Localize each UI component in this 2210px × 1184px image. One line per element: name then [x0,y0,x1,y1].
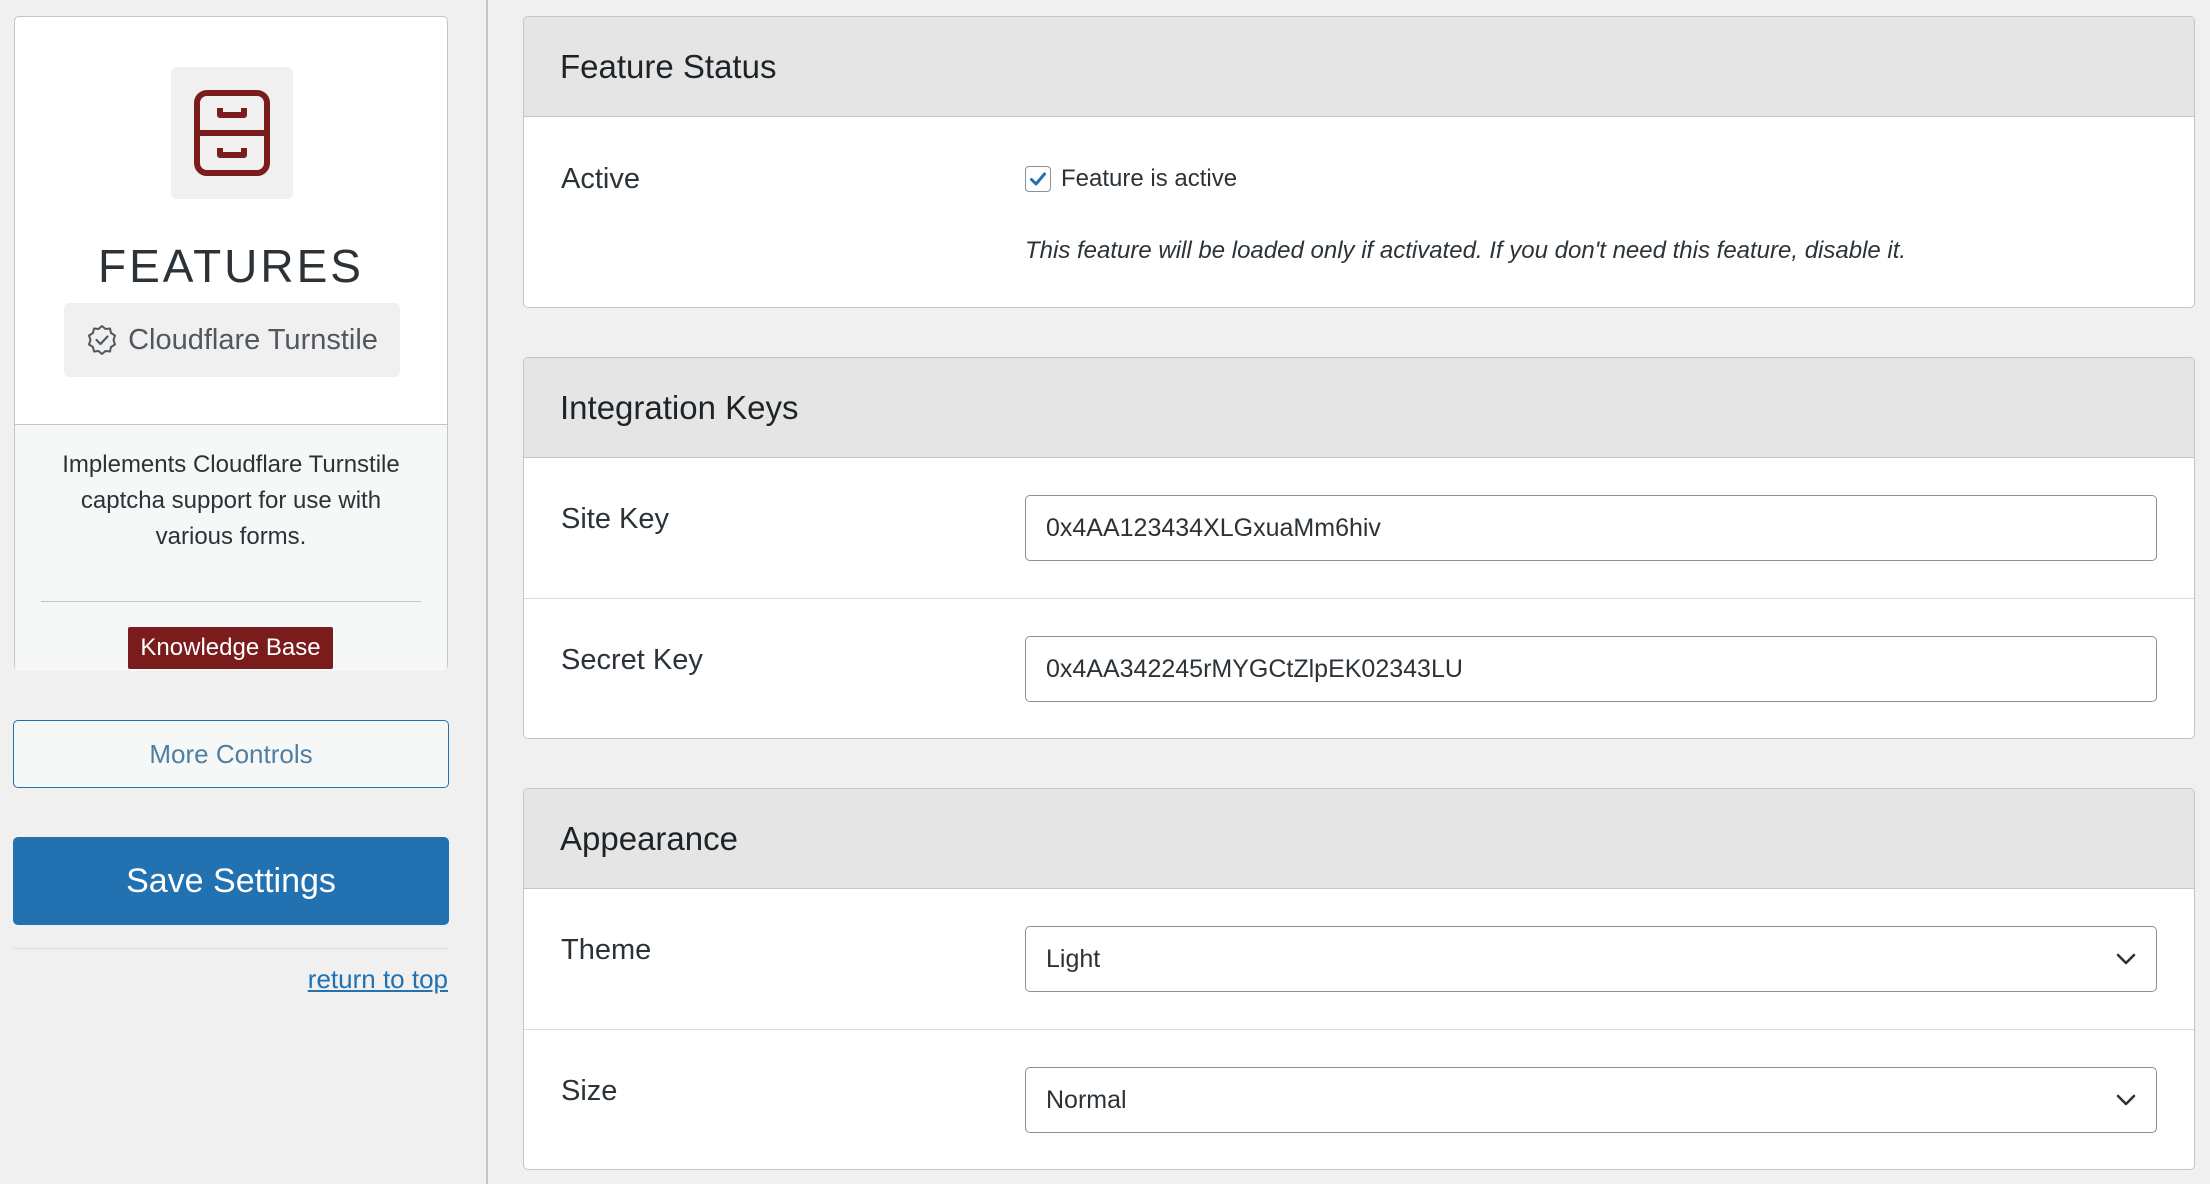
integration-keys-panel: Integration Keys Site Key 0x4AA123434XLG… [523,357,2195,739]
feature-active-label: Feature is active [1061,165,1238,192]
theme-row: Theme Light [524,889,2194,1030]
feature-active-checkbox[interactable] [1025,166,1051,192]
feature-name: Cloudflare Turnstile [128,323,378,356]
return-to-top-link[interactable]: return to top [308,964,448,995]
secret-key-label: Secret Key [561,644,703,676]
active-row: Active Feature is active This feature wi… [524,117,2194,307]
check-badge-icon [88,325,117,355]
feature-card: FEATURES Cloudflare Turnstile Implements… [14,16,448,671]
appearance-title: Appearance [524,789,2194,889]
active-label: Active [561,163,640,195]
size-row: Size Normal [524,1030,2194,1169]
size-label: Size [561,1075,618,1107]
appearance-panel: Appearance Theme Light Size Normal [523,788,2195,1170]
secret-key-row: Secret Key 0x4AA342245rMYGCtZlpEK02343LU [524,599,2194,738]
card-divider [41,601,421,602]
secret-key-input[interactable]: 0x4AA342245rMYGCtZlpEK02343LU [1025,636,2157,702]
feature-description: Implements Cloudflare Turnstile captcha … [62,451,400,550]
integration-keys-title: Integration Keys [524,358,2194,458]
knowledge-base-button[interactable]: Knowledge Base [128,627,333,669]
card-title: FEATURES [98,240,364,292]
save-settings-button[interactable]: Save Settings [13,837,449,925]
feature-active-checkbox-wrap[interactable]: Feature is active [1025,165,1237,193]
more-controls-button[interactable]: More Controls [13,720,449,788]
theme-label: Theme [561,934,652,966]
feature-card-body: Implements Cloudflare Turnstile captcha … [15,425,447,671]
size-select[interactable]: Normal [1025,1067,2157,1133]
site-key-label: Site Key [561,503,669,535]
checkmark-icon [1030,172,1046,186]
feature-name-chip: Cloudflare Turnstile [64,303,400,377]
file-cabinet-icon [194,90,270,176]
site-key-input[interactable]: 0x4AA123434XLGxuaMm6hiv [1025,495,2157,561]
chevron-down-icon [2116,953,2136,965]
feature-card-header: FEATURES Cloudflare Turnstile [15,17,447,425]
theme-select[interactable]: Light [1025,926,2157,992]
feature-icon-box [171,67,293,199]
sidebar: FEATURES Cloudflare Turnstile Implements… [0,0,488,1184]
feature-status-panel: Feature Status Active Feature is active … [523,16,2195,308]
size-select-value: Normal [1046,1085,1127,1114]
site-key-row: Site Key 0x4AA123434XLGxuaMm6hiv [524,458,2194,599]
sidebar-divider [13,948,449,949]
feature-help-text: This feature will be loaded only if acti… [1025,237,1907,264]
chevron-down-icon [2116,1094,2136,1106]
theme-select-value: Light [1046,944,1101,973]
feature-status-title: Feature Status [524,17,2194,117]
